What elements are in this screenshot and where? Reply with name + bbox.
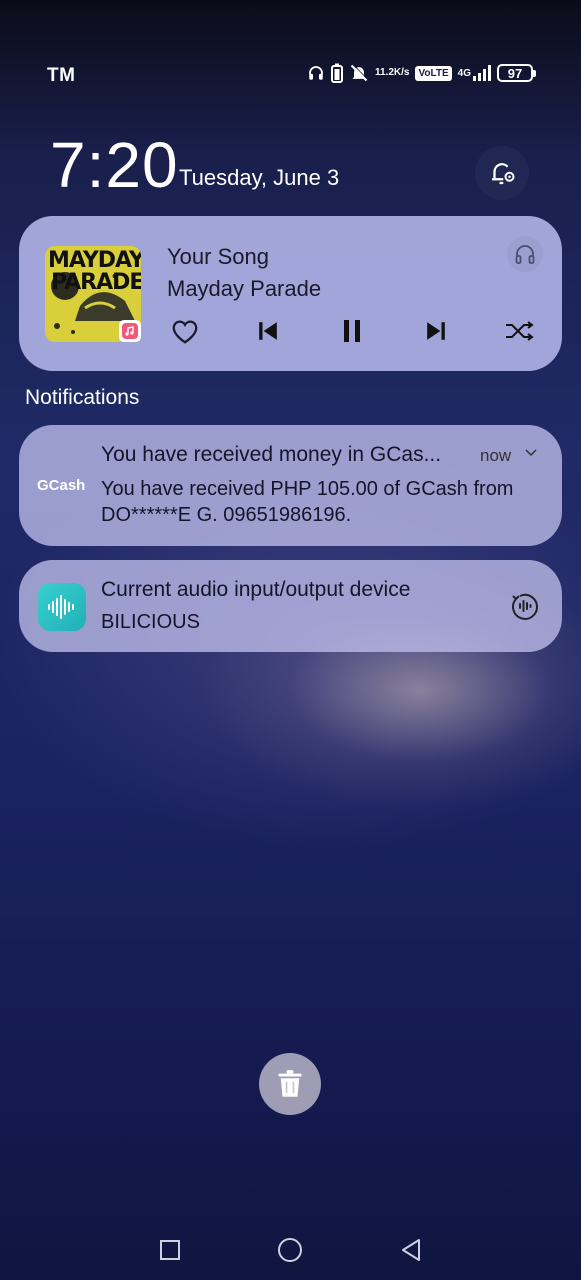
notification-title: Current audio input/output device [101, 578, 411, 601]
skip-next-icon [427, 322, 445, 340]
status-icons: 11.2 K/s VoLTE 4G 97 [307, 63, 536, 83]
skip-previous-icon [259, 322, 277, 340]
gcash-notification[interactable]: GCash You have received money in GCas...… [19, 425, 562, 546]
headphones-icon [307, 64, 325, 82]
shuffle-icon [506, 321, 534, 341]
chevron-down-icon [525, 449, 537, 457]
song-artist: Mayday Parade [167, 276, 322, 301]
pause-button[interactable] [335, 316, 369, 346]
output-device-button[interactable] [507, 236, 543, 272]
notifications-header: Notifications [25, 386, 140, 409]
like-button[interactable] [168, 316, 202, 346]
home-icon [278, 1238, 302, 1262]
signal-icon: 4G [458, 65, 491, 81]
mute-icon [349, 63, 369, 83]
media-player-card[interactable]: MAYDAY PARADE Your Song Mayday Parade [19, 216, 562, 371]
clock-date: Tuesday, June 3 [179, 165, 340, 190]
trash-icon [278, 1070, 302, 1097]
bell-gear-icon [492, 163, 515, 185]
battery-saver-icon [330, 63, 343, 83]
audio-wave-icon [38, 583, 86, 631]
audio-device-notification[interactable]: Current audio input/output device BILICI… [19, 560, 562, 652]
audio-output-switch-button[interactable] [509, 590, 541, 622]
notification-title: You have received money in GCas... [101, 443, 442, 466]
song-title: Your Song [167, 244, 269, 269]
navigation-bar [0, 1225, 581, 1275]
back-button[interactable] [396, 1235, 426, 1265]
status-bar: TM 11.2 K/s VoLTE 4G 97 [0, 60, 581, 90]
home-button[interactable] [275, 1235, 305, 1265]
battery-indicator: 97 [497, 64, 536, 82]
heart-icon [172, 320, 198, 344]
clock-time: 7:20 [50, 129, 179, 201]
clear-all-button[interactable] [259, 1053, 321, 1115]
notification-body: You have received PHP 105.00 of GCash fr… [101, 478, 514, 526]
recents-button[interactable] [155, 1235, 185, 1265]
previous-button[interactable] [251, 316, 285, 346]
next-button[interactable] [419, 316, 453, 346]
gcash-app-logo: GCash [37, 477, 86, 494]
headphones-icon [515, 245, 535, 264]
album-text-line2: PARADE [51, 270, 141, 295]
back-icon [402, 1239, 420, 1261]
expand-button[interactable] [524, 446, 538, 465]
music-app-icon [119, 320, 141, 342]
carrier-label: TM [47, 65, 76, 86]
audio-output-icon [512, 593, 538, 620]
net-speed: 11.2 K/s [374, 67, 410, 78]
recents-icon [160, 1240, 180, 1260]
shuffle-button[interactable] [502, 316, 536, 346]
notification-settings-button[interactable] [475, 146, 529, 200]
volte-badge: VoLTE [415, 65, 452, 81]
pause-icon [344, 320, 360, 342]
notification-time: now [480, 446, 512, 465]
audio-device-name: BILICIOUS [101, 611, 200, 633]
